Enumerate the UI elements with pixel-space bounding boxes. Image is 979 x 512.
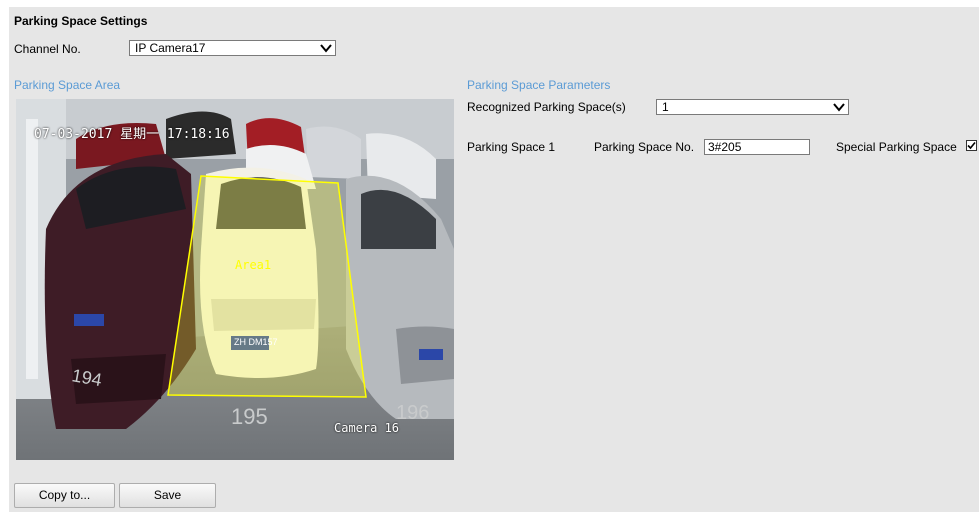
page-title: Parking Space Settings	[14, 14, 148, 28]
channel-label: Channel No.	[14, 42, 81, 56]
region-label: Area1	[235, 258, 272, 272]
camera-label: Camera 16	[334, 421, 400, 435]
parking-space-name: Parking Space 1	[467, 140, 556, 154]
recognized-spaces-select[interactable]: 1	[656, 99, 849, 115]
chevron-down-icon	[320, 44, 332, 53]
parking-space-video[interactable]: 194 195 196 07-03-2017 星期一 17:18:16 Area…	[16, 99, 454, 460]
parking-space-area-label: Parking Space Area	[14, 78, 121, 92]
parking-space-no-input[interactable]: 3#205	[704, 139, 810, 155]
save-button[interactable]: Save	[119, 483, 216, 508]
channel-select-value: IP Camera17	[135, 41, 206, 55]
special-parking-space-label: Special Parking Space	[836, 140, 957, 154]
checkmark-icon	[967, 141, 976, 150]
license-plate: ZH DM157	[234, 337, 278, 347]
video-timestamp: 07-03-2017 星期一 17:18:16	[34, 127, 230, 142]
video-scene: 194 195 196	[16, 99, 454, 460]
parking-region-outline	[167, 175, 367, 398]
parking-space-no-label: Parking Space No.	[594, 140, 695, 154]
copy-to-button[interactable]: Copy to...	[14, 483, 115, 508]
channel-select[interactable]: IP Camera17	[129, 40, 336, 56]
chevron-down-icon	[833, 103, 845, 112]
recognized-spaces-label: Recognized Parking Space(s)	[467, 100, 626, 114]
recognized-spaces-value: 1	[662, 100, 669, 114]
parking-space-parameters-label: Parking Space Parameters	[467, 78, 611, 92]
floor-number-3: 196	[396, 402, 429, 424]
special-parking-space-checkbox[interactable]	[966, 140, 977, 151]
floor-number-2: 195	[231, 404, 268, 429]
